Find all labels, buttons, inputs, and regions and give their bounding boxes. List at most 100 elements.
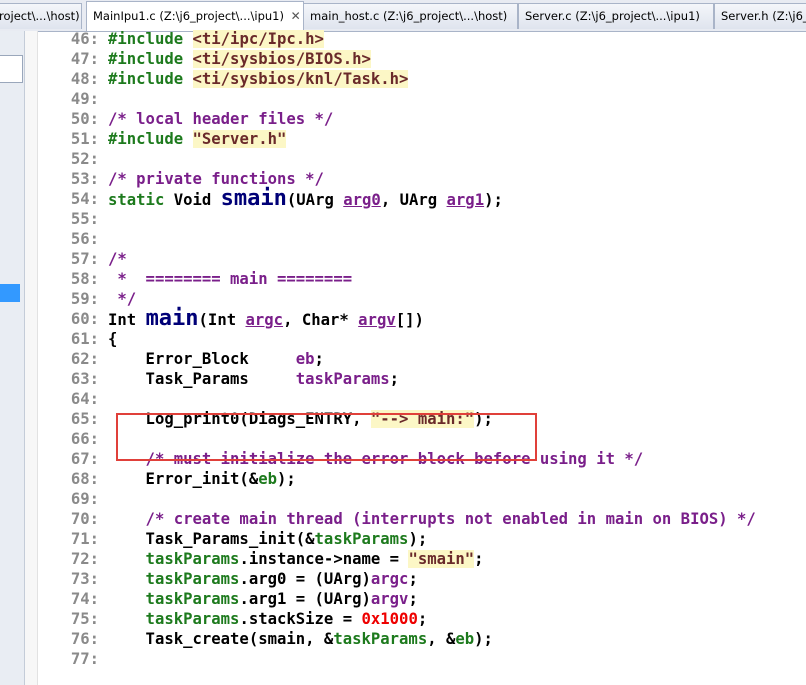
tab-main-host-prev[interactable]: roject\...\host) — [0, 3, 82, 29]
tab-label: Server.h (Z:\j6_projec — [721, 9, 806, 23]
code-line[interactable]: 69: — [0, 489, 806, 509]
code-line[interactable]: 51: #include "Server.h" — [0, 129, 806, 149]
code-line[interactable]: 53: /* private functions */ — [0, 169, 806, 189]
line-number: 55: — [70, 210, 99, 228]
line-source: { — [108, 329, 117, 349]
code-token: ; — [408, 590, 418, 608]
code-token: <ti/sysbios/BIOS.h> — [192, 50, 371, 68]
tab-mainipu1[interactable]: MainIpu1.c (Z:\j6_project\...\ipu1) ✕ — [86, 1, 304, 31]
line-number: 60: — [70, 310, 99, 328]
line-source: #include <ti/sysbios/BIOS.h> — [108, 49, 371, 69]
code-token: <ti/ipc/Ipc.h> — [192, 30, 324, 48]
code-line[interactable]: 58: * ======== main ======== — [0, 269, 806, 289]
code-line[interactable]: 75: taskParams.stackSize = 0x1000; — [0, 609, 806, 629]
line-source: static Void smain(UArg arg0, UArg arg1); — [108, 188, 503, 210]
highlight-annotation-box — [116, 413, 537, 461]
code-token: ; — [389, 370, 400, 388]
code-line[interactable]: 49: — [0, 89, 806, 109]
code-token: (Int — [198, 311, 246, 329]
line-number: 67: — [70, 450, 99, 468]
code-token: Int — [108, 311, 146, 329]
code-line[interactable]: 68: Error_init(&eb); — [0, 469, 806, 489]
line-source: taskParams.arg0 = (UArg)argc; — [108, 569, 418, 589]
tab-bar: roject\...\host) MainIpu1.c (Z:\j6_proje… — [0, 0, 806, 32]
line-source: /* create main thread (interrupts not en… — [108, 509, 756, 529]
code-line[interactable]: 59: */ — [0, 289, 806, 309]
line-number: 76: — [70, 630, 99, 648]
line-number: 75: — [70, 610, 99, 628]
code-token: Task_Params_init(& — [108, 530, 315, 548]
line-number: 54: — [70, 190, 99, 208]
code-token: eb — [258, 470, 277, 488]
code-line[interactable]: 57: /* — [0, 249, 806, 269]
line-source: Task_Params taskParams; — [108, 369, 400, 389]
close-icon[interactable]: ✕ — [291, 2, 301, 31]
code-line[interactable]: 61: { — [0, 329, 806, 349]
code-line[interactable]: 62: Error_Block eb; — [0, 349, 806, 369]
tab-label: Server.c (Z:\j6_project\...\ipu1) — [525, 9, 700, 23]
code-token: eb — [455, 630, 475, 648]
code-token: , Char* — [283, 311, 359, 329]
code-line[interactable]: 77: — [0, 649, 806, 669]
code-token: taskParams — [108, 590, 240, 608]
code-token: ); — [408, 530, 428, 548]
code-token: taskParams — [108, 610, 240, 628]
code-line[interactable]: 72: taskParams.instance->name = "smain"; — [0, 549, 806, 569]
line-number: 59: — [70, 290, 99, 308]
code-line[interactable]: 55: — [0, 209, 806, 229]
code-line[interactable]: 56: — [0, 229, 806, 249]
code-line[interactable]: 70: /* create main thread (interrupts no… — [0, 509, 806, 529]
code-token: ; — [417, 610, 428, 628]
line-number: 64: — [70, 390, 99, 408]
code-line[interactable]: 63: Task_Params taskParams; — [0, 369, 806, 389]
line-source: taskParams.instance->name = "smain"; — [108, 549, 484, 569]
code-token: /* create main thread (interrupts not en… — [108, 510, 756, 528]
code-token: ; — [408, 570, 418, 588]
code-line[interactable]: 71: Task_Params_init(&taskParams); — [0, 529, 806, 549]
code-line[interactable]: 60: Int main(Int argc, Char* argv[]) — [0, 308, 806, 330]
code-token: taskParams — [314, 530, 409, 548]
code-line[interactable]: 76: Task_create(smain, &taskParams, &eb)… — [0, 629, 806, 649]
code-line[interactable]: 54: static Void smain(UArg arg0, UArg arg… — [0, 188, 806, 210]
code-line[interactable]: 73: taskParams.arg0 = (UArg)argc; — [0, 569, 806, 589]
line-source: Error_Block eb; — [108, 349, 324, 369]
code-line[interactable]: 48: #include <ti/sysbios/knl/Task.h> — [0, 69, 806, 89]
code-line[interactable]: 50: /* local header files */ — [0, 109, 806, 129]
line-number: 77: — [70, 650, 99, 668]
code-token: /* local header files */ — [108, 110, 334, 128]
code-token: ); — [484, 191, 503, 209]
code-token: .arg1 = (UArg) — [239, 590, 371, 608]
code-token: ; — [474, 550, 484, 568]
line-number: 52: — [70, 150, 99, 168]
line-source: taskParams.arg1 = (UArg)argv; — [108, 589, 418, 609]
code-line[interactable]: 52: — [0, 149, 806, 169]
code-line[interactable]: 47: #include <ti/sysbios/BIOS.h> — [0, 49, 806, 69]
code-token: /* — [108, 250, 127, 268]
line-source: Task_create(smain, &taskParams, &eb); — [108, 629, 493, 649]
code-line[interactable]: 46: #include <ti/ipc/Ipc.h> — [0, 29, 806, 49]
code-token: .instance->name = — [239, 550, 409, 568]
line-number: 65: — [70, 410, 99, 428]
code-token: <ti/sysbios/knl/Task.h> — [192, 70, 409, 88]
line-source: Task_Params_init(&taskParams); — [108, 529, 428, 549]
line-number: 48: — [70, 70, 99, 88]
line-number: 69: — [70, 490, 99, 508]
tab-server-c[interactable]: Server.c (Z:\j6_project\...\ipu1) — [518, 3, 714, 29]
tab-server-h[interactable]: Server.h (Z:\j6_projec — [714, 3, 806, 29]
code-line[interactable]: 64: — [0, 389, 806, 409]
line-number: 63: — [70, 370, 99, 388]
code-line[interactable]: 74: taskParams.arg1 = (UArg)argv; — [0, 589, 806, 609]
line-number: 74: — [70, 590, 99, 608]
line-number: 50: — [70, 110, 99, 128]
line-number: 72: — [70, 550, 99, 568]
tab-label: MainIpu1.c (Z:\j6_project\...\ipu1) — [93, 9, 284, 23]
code-editor[interactable]: 46: #include <ti/ipc/Ipc.h> 47: #include <t… — [0, 29, 806, 669]
code-token: arg1 — [446, 191, 485, 209]
code-token: 0x1000 — [361, 610, 418, 628]
line-number: 70: — [70, 510, 99, 528]
code-token: (UArg — [286, 191, 344, 209]
line-number: 51: — [70, 130, 99, 148]
line-number: 47: — [70, 50, 99, 68]
tab-main-host[interactable]: main_host.c (Z:\j6_project\...\host) — [303, 3, 518, 29]
line-number: 61: — [70, 330, 99, 348]
